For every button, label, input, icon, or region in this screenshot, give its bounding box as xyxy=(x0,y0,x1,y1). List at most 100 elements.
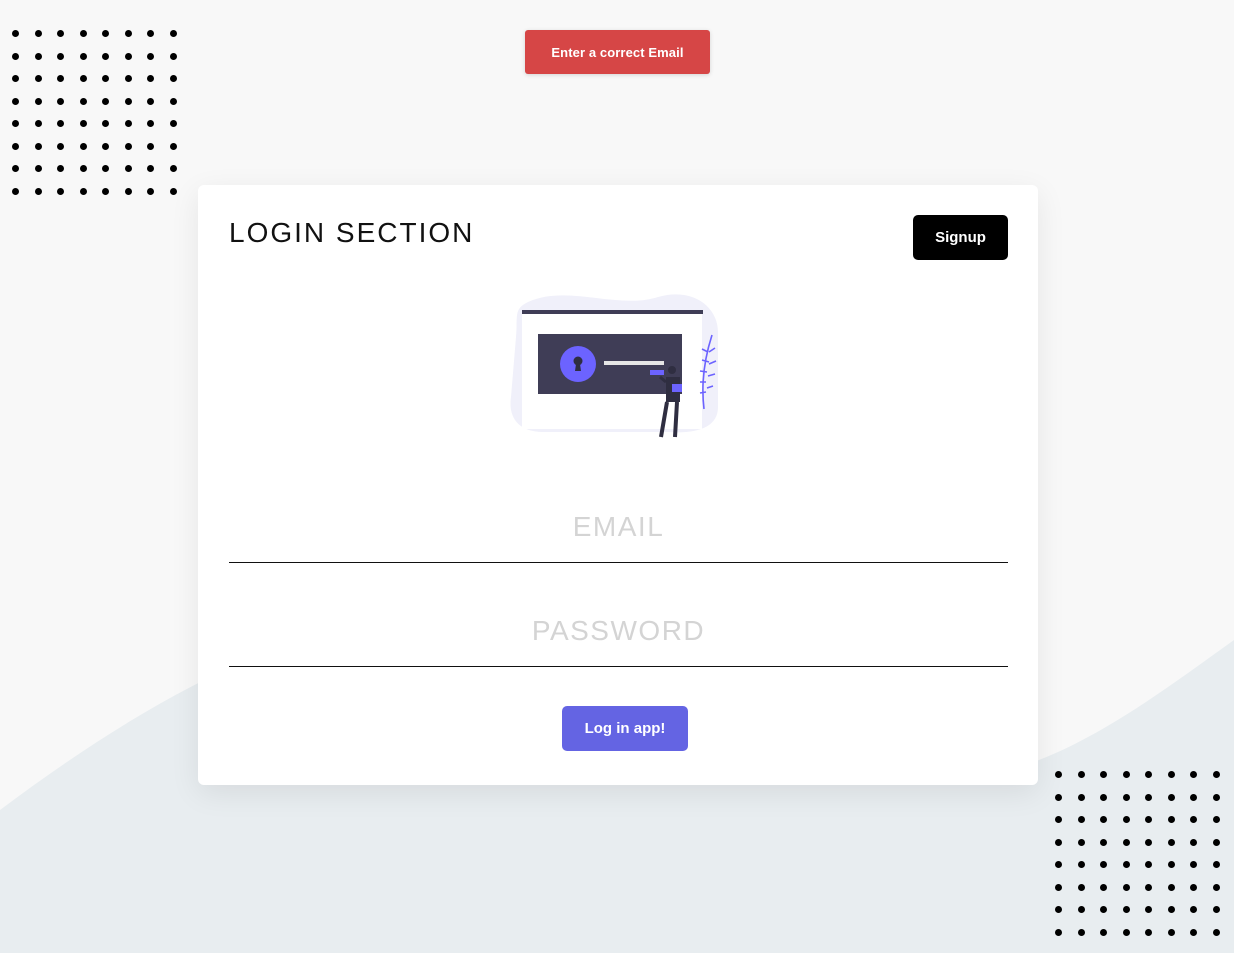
decorative-dot xyxy=(1212,906,1220,913)
password-field[interactable] xyxy=(229,596,1008,667)
decorative-dot xyxy=(1167,883,1175,891)
decorative-dot xyxy=(1212,928,1220,936)
decorative-dot xyxy=(102,75,109,82)
decorative-dot xyxy=(57,52,64,60)
decorative-dot xyxy=(102,165,109,172)
decorative-dot xyxy=(1100,816,1107,823)
decorative-dot xyxy=(169,187,177,195)
decorative-dot xyxy=(1145,861,1152,868)
decorative-dot xyxy=(1100,928,1107,936)
decorative-dot xyxy=(1167,838,1175,846)
decorative-dot xyxy=(1077,838,1085,846)
decorative-dot xyxy=(1212,816,1220,823)
decorative-dot xyxy=(34,187,42,195)
decorative-dot xyxy=(169,75,177,82)
decorative-dot xyxy=(79,187,87,195)
email-field[interactable] xyxy=(229,492,1008,563)
decorative-dot xyxy=(1190,838,1197,846)
decorative-dot xyxy=(169,120,177,127)
decorative-dot xyxy=(1145,883,1152,891)
decorative-dot xyxy=(1145,793,1152,801)
decorative-dot xyxy=(1055,861,1062,868)
decorative-dot xyxy=(124,187,132,195)
login-card: LOGIN SECTION Signup Log in app! xyxy=(198,185,1038,785)
decorative-dot xyxy=(1122,883,1130,891)
decorative-dot xyxy=(124,30,132,37)
decorative-dot xyxy=(1167,771,1175,778)
decorative-dot xyxy=(124,52,132,60)
signup-button[interactable]: Signup xyxy=(913,215,1008,260)
decorative-dot xyxy=(1190,928,1197,936)
decorative-dot xyxy=(34,97,42,105)
decorative-dot xyxy=(12,97,19,105)
decorative-dot xyxy=(1077,928,1085,936)
decorative-dot xyxy=(1145,771,1152,778)
decorative-dot xyxy=(124,142,132,150)
decorative-dot xyxy=(57,165,64,172)
decorative-dot xyxy=(147,97,154,105)
decorative-dot xyxy=(1100,883,1107,891)
decorative-dot xyxy=(1122,928,1130,936)
decorative-dot xyxy=(1055,771,1062,778)
decorative-dot xyxy=(57,97,64,105)
decorative-dot xyxy=(12,142,19,150)
decorative-dot xyxy=(1100,771,1107,778)
decorative-dot xyxy=(1122,906,1130,913)
decorative-dot xyxy=(1167,906,1175,913)
decorative-dot xyxy=(1077,883,1085,891)
decorative-dot xyxy=(12,52,19,60)
decorative-dot xyxy=(12,30,19,37)
decorative-dot xyxy=(169,30,177,37)
decorative-dot xyxy=(147,187,154,195)
decorative-dot xyxy=(147,142,154,150)
decorative-dot xyxy=(34,165,42,172)
decorative-dot xyxy=(79,75,87,82)
decorative-dot xyxy=(1077,771,1085,778)
login-button[interactable]: Log in app! xyxy=(562,706,688,751)
decorative-dot xyxy=(102,142,109,150)
decorative-dot xyxy=(12,75,19,82)
decorative-dot xyxy=(1122,771,1130,778)
decorative-dot xyxy=(102,30,109,37)
decorative-dot xyxy=(1055,928,1062,936)
decorative-dot xyxy=(1145,906,1152,913)
decorative-dot xyxy=(1077,861,1085,868)
decorative-dot xyxy=(1212,861,1220,868)
decorative-dot xyxy=(1190,793,1197,801)
decorative-dot xyxy=(1055,838,1062,846)
decorative-dot xyxy=(1190,883,1197,891)
decorative-dot xyxy=(169,52,177,60)
decorative-dot xyxy=(1212,793,1220,801)
decorative-dot xyxy=(147,52,154,60)
decorative-dot-grid-bottom-right xyxy=(1055,771,1234,951)
decorative-dot xyxy=(147,120,154,127)
decorative-dot xyxy=(169,97,177,105)
decorative-dot xyxy=(1122,838,1130,846)
decorative-dot xyxy=(1212,771,1220,778)
decorative-dot xyxy=(57,142,64,150)
decorative-dot xyxy=(57,30,64,37)
decorative-dot xyxy=(1100,793,1107,801)
decorative-dot xyxy=(1077,793,1085,801)
decorative-dot xyxy=(1100,906,1107,913)
decorative-dot xyxy=(1055,816,1062,823)
decorative-dot xyxy=(57,187,64,195)
decorative-dot xyxy=(12,120,19,127)
page-title: LOGIN SECTION xyxy=(229,217,475,248)
decorative-dot xyxy=(34,52,42,60)
decorative-dot xyxy=(147,30,154,37)
decorative-dot xyxy=(1122,793,1130,801)
decorative-dot xyxy=(1167,861,1175,868)
login-lock-illustration xyxy=(510,294,718,438)
decorative-dot xyxy=(1145,838,1152,846)
decorative-dot xyxy=(1212,883,1220,891)
decorative-dot xyxy=(124,165,132,172)
decorative-dot xyxy=(34,75,42,82)
decorative-dot xyxy=(102,120,109,127)
decorative-dot xyxy=(102,97,109,105)
decorative-dot xyxy=(34,30,42,37)
decorative-dot xyxy=(1055,883,1062,891)
decorative-dot xyxy=(102,187,109,195)
decorative-dot xyxy=(1145,928,1152,936)
decorative-dot xyxy=(12,165,19,172)
